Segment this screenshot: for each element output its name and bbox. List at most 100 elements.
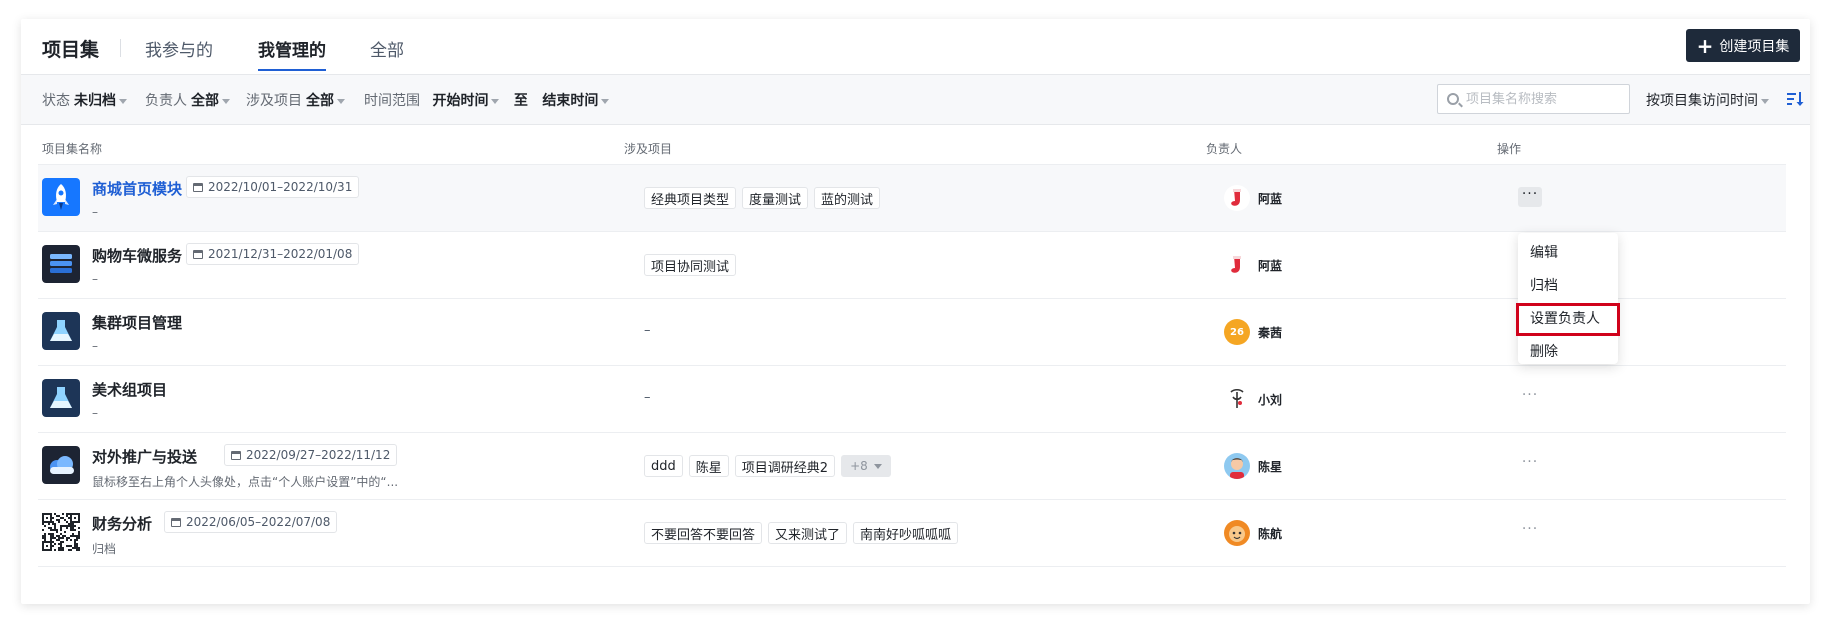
more-actions-button[interactable]: ··· [1518,187,1542,207]
col-header-name: 项目集名称 [42,142,103,156]
project-set-desc: – [92,339,98,353]
project-set-name-link[interactable]: 财务分析 [92,513,152,534]
project-tag[interactable]: 蓝的测试 [814,187,881,209]
calendar-icon [193,249,203,259]
tab-managed[interactable]: 我管理的 [258,36,326,71]
tab-participated[interactable]: 我参与的 [145,36,213,61]
project-set-desc: – [92,205,98,219]
project-tags: 项目协同测试 [644,254,737,276]
project-set-desc: – [92,406,98,420]
start-time-select[interactable]: 开始时间 [432,93,488,109]
project-tag[interactable]: 度量测试 [742,187,809,209]
menu-item-set-owner[interactable]: 设置负责人 [1516,303,1620,336]
cloud-thumbnail [42,446,80,484]
more-actions-button[interactable]: ··· [1518,388,1542,408]
chevron-down-icon [337,98,345,104]
create-project-set-button[interactable]: + 创建项目集 [1686,29,1800,62]
date-range-text: 2022/06/05–2022/07/08 [186,515,331,529]
table-row[interactable]: 商城首页模块 2022/10/01–2022/10/31 – 经典项目类型 度量… [38,165,1786,232]
date-range-badge: 2022/06/05–2022/07/08 [164,511,338,533]
chevron-down-icon [491,98,500,104]
menu-item-delete[interactable]: 删除 [1518,336,1618,369]
project-filter[interactable]: 涉及项目 全部 [246,90,345,110]
sort-order-icon[interactable] [1785,89,1805,109]
project-tag[interactable]: 项目调研经典2 [734,455,836,477]
project-tags: 经典项目类型 度量测试 蓝的测试 [644,187,881,209]
flask-thumbnail [42,379,80,417]
chevron-down-icon [1761,98,1769,104]
owner-filter[interactable]: 负责人 全部 [145,90,230,110]
project-filter-value: 全部 [306,93,334,109]
menu-item-archive[interactable]: 归档 [1518,270,1618,303]
project-set-panel: 项目集 我参与的 我管理的 全部 + 创建项目集 状态 未归档 负责人 全部 涉及项… [21,19,1810,604]
table-row[interactable]: 财务分析 2022/06/05–2022/07/08 归档 不要回答不要回答 又… [38,500,1786,567]
avatar [1224,252,1250,278]
project-tag[interactable]: 南南好吵呱呱呱 [853,522,959,544]
more-tags-count: +8 [850,459,868,473]
project-tags: ddd 陈星 项目调研经典2 +8 [644,455,891,477]
owner-name: 阿蓝 [1258,258,1283,273]
time-range-filter: 时间范围 开始时间 至 结束时间 [364,90,610,110]
table-row[interactable]: 美术组项目 – – 小刘 ··· [38,366,1786,433]
end-time-select[interactable]: 结束时间 [542,93,598,109]
date-range-text: 2021/12/31–2022/01/08 [208,247,353,261]
sort-select[interactable]: 按项目集访问时间 [1646,90,1769,110]
no-projects-placeholder: – [644,390,651,405]
owner-filter-label: 负责人 [145,93,187,109]
date-range-text: 2022/10/01–2022/10/31 [208,180,353,194]
project-tag[interactable]: 不要回答不要回答 [644,522,763,544]
chevron-down-icon [119,98,127,104]
status-filter-label: 状态 [42,93,70,109]
calendar-icon [231,450,241,460]
project-tags: 不要回答不要回答 又来测试了 南南好吵呱呱呱 [644,522,959,544]
owner-name: 秦茜 [1258,325,1283,340]
project-set-name-link[interactable]: 集群项目管理 [92,312,182,333]
tab-all[interactable]: 全部 [370,36,404,61]
time-range-label: 时间范围 [364,93,420,109]
project-tag[interactable]: ddd [644,455,683,477]
project-tag[interactable]: 项目协同测试 [644,254,737,276]
avatar: 26 [1224,319,1250,345]
more-actions-button[interactable]: ··· [1518,522,1542,542]
calendar-icon [171,517,181,527]
chevron-down-icon [873,463,882,469]
avatar [1224,520,1250,546]
project-set-desc: 归档 [92,542,117,556]
time-range-separator: 至 [513,93,528,109]
avatar [1224,453,1250,479]
plus-icon: + [1696,33,1714,58]
search-box [1437,84,1630,114]
database-thumbnail [42,245,80,283]
no-projects-placeholder: – [644,323,651,338]
owner-name: 陈星 [1258,459,1283,474]
avatar [1224,185,1250,211]
project-set-name-link[interactable]: 购物车微服务 [92,245,182,266]
project-tag[interactable]: 陈星 [688,455,729,477]
owner-filter-value: 全部 [191,93,219,109]
col-header-owner: 负责人 [1206,142,1243,156]
search-input[interactable] [1466,90,1621,108]
project-set-name-link[interactable]: 对外推广与投送 [92,446,197,467]
status-filter[interactable]: 状态 未归档 [42,90,127,110]
search-icon [1447,93,1459,105]
owner-cell: 小刘 [1224,386,1282,412]
title-divider [120,39,121,57]
menu-item-edit[interactable]: 编辑 [1518,237,1618,270]
more-actions-button[interactable]: ··· [1518,455,1542,475]
project-tag[interactable]: 又来测试了 [768,522,848,544]
page-header: 项目集 我参与的 我管理的 全部 + 创建项目集 [21,19,1810,75]
more-tags-badge[interactable]: +8 [841,455,891,477]
project-set-name-link[interactable]: 商城首页模块 [92,178,182,199]
owner-cell: 阿蓝 [1224,185,1282,211]
rocket-thumbnail [42,178,80,216]
owner-name: 阿蓝 [1258,191,1283,206]
owner-name: 小刘 [1258,392,1283,407]
table-row[interactable]: 对外推广与投送 2022/09/27–2022/11/12 鼠标移至右上角个人头… [38,433,1786,500]
date-range-badge: 2021/12/31–2022/01/08 [186,243,360,265]
date-range-badge: 2022/10/01–2022/10/31 [186,176,360,198]
actions-dropdown-menu: 编辑 归档 设置负责人 删除 [1516,233,1620,364]
flask-thumbnail [42,312,80,350]
project-set-name-link[interactable]: 美术组项目 [92,379,167,400]
project-tag[interactable]: 经典项目类型 [644,187,737,209]
avatar [1224,386,1250,412]
